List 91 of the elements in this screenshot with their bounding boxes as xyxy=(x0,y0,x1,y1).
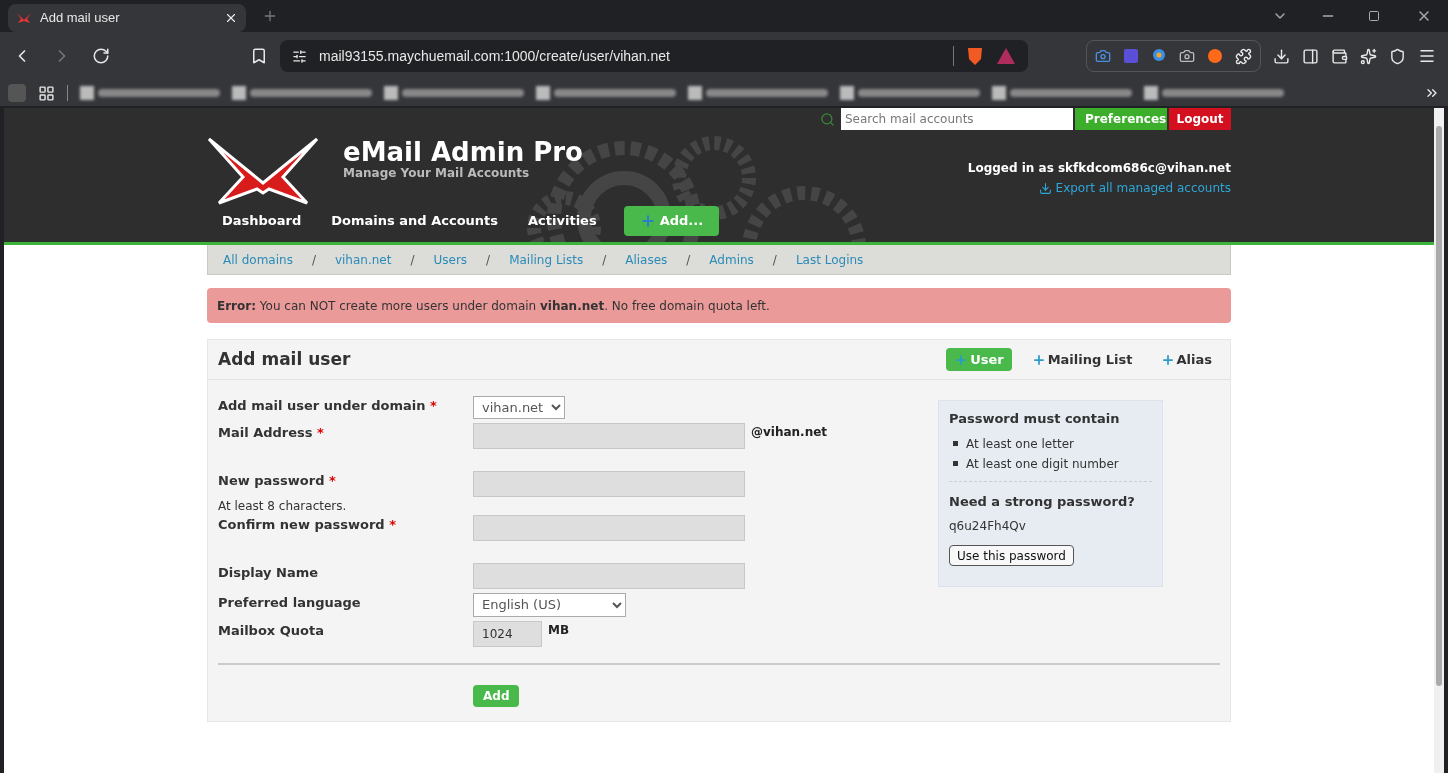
bullet-icon xyxy=(953,441,958,446)
field-suffix: @vihan.net xyxy=(751,424,828,441)
field-suffix: MB xyxy=(548,621,570,639)
close-icon[interactable] xyxy=(224,11,238,25)
menu-icon[interactable] xyxy=(1418,47,1436,65)
bookmark-icon[interactable] xyxy=(250,47,268,65)
blurred-bookmark[interactable] xyxy=(992,86,1132,100)
url-text: mail93155.maychuemail.com:1000/create/user/vihan.net xyxy=(319,46,671,66)
sparkle-icon[interactable] xyxy=(1360,47,1377,65)
blurred-bookmark[interactable] xyxy=(688,86,828,100)
plus-icon xyxy=(639,213,656,229)
breadcrumb-separator: / xyxy=(602,251,607,269)
rule-text: At least one digit number xyxy=(966,455,1119,473)
app-title: eMail Admin Pro xyxy=(343,137,583,167)
maximize-icon[interactable] xyxy=(1368,10,1380,22)
pin-icon[interactable] xyxy=(1151,48,1167,64)
field-label: Add mail user under domain * xyxy=(218,397,438,415)
language-select[interactable]: English (US) xyxy=(473,592,626,617)
breadcrumb-link[interactable]: vihan.net xyxy=(334,250,392,269)
text-field[interactable] xyxy=(473,514,745,541)
breadcrumb-separator: / xyxy=(486,251,491,269)
field-label: Mailbox Quota xyxy=(218,621,325,640)
breadcrumb-separator: / xyxy=(772,251,777,269)
logout-button[interactable]: Logout xyxy=(1169,108,1231,130)
plus-icon xyxy=(954,352,969,367)
help-title: Password must contain xyxy=(949,410,1121,428)
nav-link[interactable]: Dashboard xyxy=(207,211,317,231)
domain-select[interactable]: vihan.net xyxy=(473,396,565,419)
extensions-icon[interactable] xyxy=(1235,47,1252,65)
download-icon[interactable] xyxy=(1273,47,1290,65)
panel-title: Add mail user xyxy=(218,347,352,371)
address-bar[interactable]: mail93155.maychuemail.com:1000/create/user/vihan.net xyxy=(280,40,1028,72)
breadcrumb-link[interactable]: Last Logins xyxy=(795,250,864,269)
download-icon xyxy=(1038,181,1052,195)
shield-icon[interactable] xyxy=(1389,47,1406,65)
export-link[interactable]: Export all managed accounts xyxy=(1038,179,1231,197)
tab-title: Add mail user xyxy=(40,9,121,28)
preferences-button[interactable]: Preferences xyxy=(1075,108,1167,130)
reload-icon[interactable] xyxy=(92,47,110,65)
plus-icon xyxy=(1160,352,1175,367)
ball-icon[interactable] xyxy=(1207,48,1223,64)
screenshot-icon[interactable] xyxy=(1095,48,1111,64)
field-label: Display Name xyxy=(218,563,320,582)
breadcrumb-link[interactable]: Aliases xyxy=(625,250,668,269)
triangle-icon[interactable] xyxy=(996,47,1016,65)
create-tab[interactable]: Mailing List xyxy=(1023,348,1141,371)
envelope-icon xyxy=(16,12,32,24)
blurred-bookmark[interactable] xyxy=(840,86,980,100)
plus-icon xyxy=(1031,352,1046,367)
search-icon xyxy=(820,111,835,127)
breadcrumb-link[interactable]: All domains xyxy=(223,250,293,269)
blurred-bookmark[interactable] xyxy=(80,86,220,100)
sidebar-icon[interactable] xyxy=(1302,47,1319,65)
error-message: Error: You can NOT create more users under domain vihan.net. No free domain quota left. xyxy=(217,297,770,315)
field-label: Mail Address * xyxy=(218,424,325,442)
breadcrumb-separator: / xyxy=(311,251,316,269)
camera-icon[interactable] xyxy=(1179,48,1195,64)
blurred-bookmark[interactable] xyxy=(1144,86,1284,100)
text-field[interactable] xyxy=(473,471,745,497)
breadcrumb-link[interactable]: Mailing Lists xyxy=(509,250,584,269)
breadcrumb-separator: / xyxy=(410,251,415,269)
field-label: New password * xyxy=(218,472,337,490)
blurred-bookmark[interactable] xyxy=(232,86,372,100)
scrollbar[interactable] xyxy=(1434,108,1444,773)
app-subtitle: Manage Your Mail Accounts xyxy=(343,167,531,179)
wallet-icon[interactable] xyxy=(1331,47,1348,65)
logged-in-text: Logged in as skfkdcom686c@vihan.net xyxy=(967,160,1231,177)
quota-field[interactable]: 1024 xyxy=(473,620,542,647)
new-tab-icon[interactable] xyxy=(262,8,278,24)
nav-link[interactable]: Domains and Accounts xyxy=(316,211,514,231)
bullet-icon xyxy=(953,461,958,466)
text-field[interactable] xyxy=(473,423,745,449)
strong-password-title: Need a strong password? xyxy=(949,492,1136,511)
breadcrumb-link[interactable]: Users xyxy=(433,250,468,269)
search-field[interactable]: Search mail accounts xyxy=(841,108,1073,130)
field-hint: At least 8 characters. xyxy=(218,497,348,515)
blurred-bookmark[interactable] xyxy=(384,86,524,100)
browser-tab[interactable]: Add mail user xyxy=(8,4,246,32)
blurred-bookmark[interactable] xyxy=(536,86,676,100)
field-label: Confirm new password * xyxy=(218,515,397,534)
text-field[interactable] xyxy=(473,562,745,589)
rule-text: At least one letter xyxy=(966,435,1074,453)
site-settings-icon[interactable] xyxy=(292,48,307,64)
field-label: Preferred language xyxy=(218,593,362,612)
create-tab[interactable]: Alias xyxy=(1152,348,1220,371)
suggested-password: q6u24Fh4Qv xyxy=(949,518,1027,535)
nav-link[interactable]: Activities xyxy=(513,211,612,231)
use-password-button[interactable]: Use this password xyxy=(949,545,1074,566)
breadcrumb-link[interactable]: Admins xyxy=(709,250,754,269)
apps-icon[interactable] xyxy=(38,84,55,102)
breadcrumb-separator: / xyxy=(686,251,691,269)
